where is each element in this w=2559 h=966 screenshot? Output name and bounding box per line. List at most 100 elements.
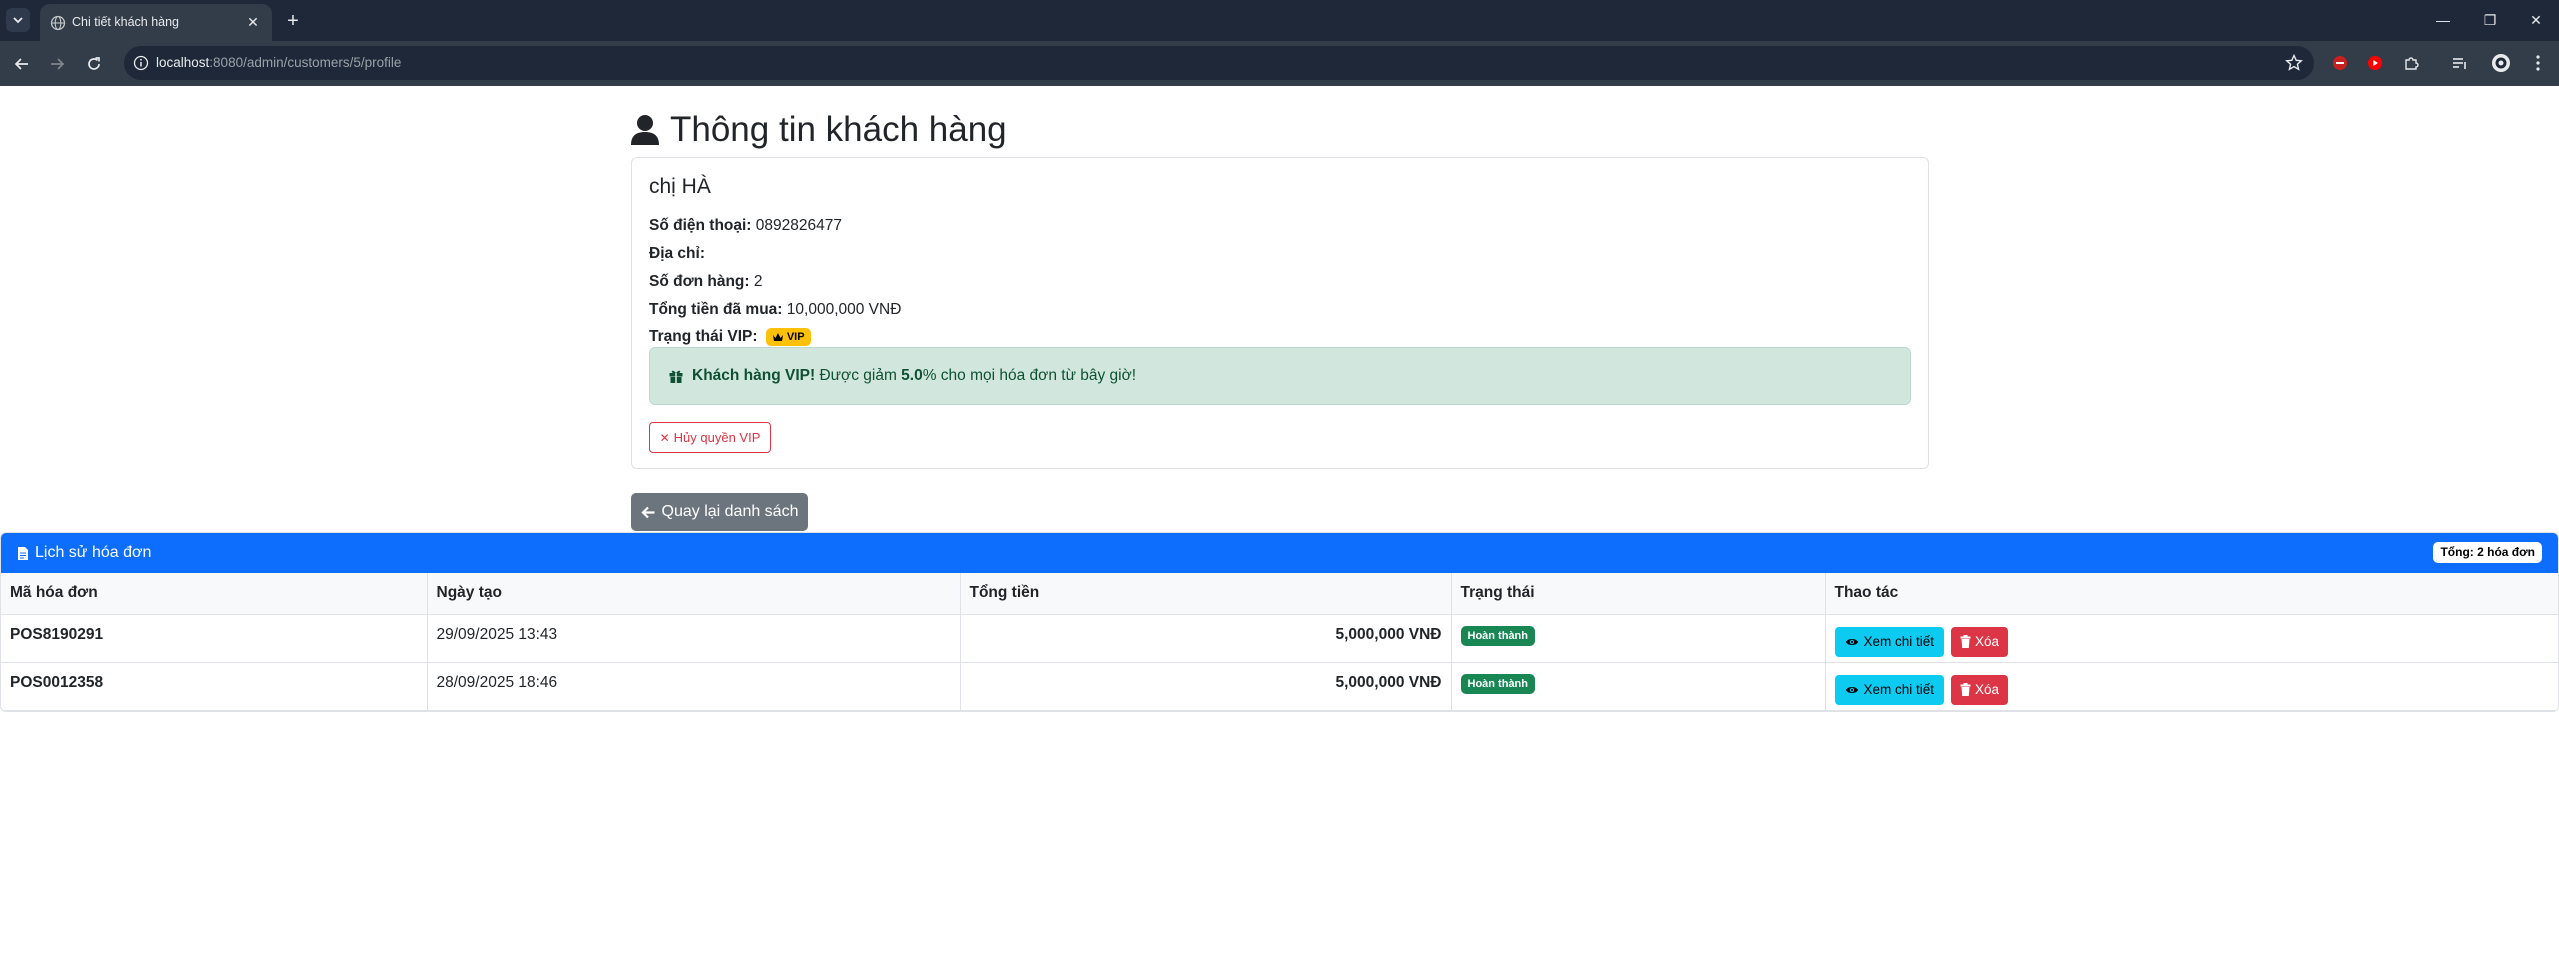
invoice-date: 28/09/2025 18:46	[427, 662, 961, 711]
total-label: Tổng tiền đã mua:	[649, 301, 783, 318]
arrow-left-icon	[14, 58, 28, 70]
tab-search-button[interactable]	[6, 8, 30, 32]
info-icon[interactable]	[133, 55, 149, 71]
media-queue-icon[interactable]	[2449, 52, 2471, 74]
invoice-actions: Xem chi tiết Xóa	[1825, 662, 2558, 711]
status-badge: Hoàn thành	[1460, 673, 1535, 694]
reload-icon	[88, 57, 100, 70]
back-to-list-button[interactable]: Quay lại danh sách	[631, 493, 808, 531]
invoice-date: 29/09/2025 13:43	[427, 614, 961, 663]
customer-name: chị HÀ	[649, 175, 711, 198]
phone-label: Số điện thoại:	[649, 217, 752, 234]
invoice-status-cell: Hoàn thành	[1451, 614, 1826, 663]
browser-toolbar: localhost:8080/admin/customers/5/profile	[0, 41, 2559, 86]
vip-alert-before: Được giảm	[815, 367, 902, 384]
view-detail-button[interactable]: Xem chi tiết	[1834, 674, 1945, 705]
arrow-right-icon	[51, 58, 65, 70]
arrow-left-icon	[640, 506, 654, 518]
total-value: 10,000,000 VNĐ	[786, 301, 902, 318]
invoice-actions: Xem chi tiết Xóa	[1825, 614, 2558, 663]
back-button[interactable]	[10, 52, 34, 76]
trash-icon	[1960, 635, 1971, 648]
minimize-icon[interactable]: —	[2431, 8, 2455, 32]
page-title-text: Thông tin khách hàng	[670, 110, 1007, 149]
customer-card: chị HÀ Số điện thoại: 0892826477 Địa chỉ…	[631, 157, 1929, 469]
status-badge: Hoàn thành	[1460, 625, 1535, 646]
vip-alert-message: Khách hàng VIP! Được giảm 5.0% cho mọi h…	[692, 367, 1136, 385]
extensions-puzzle-icon[interactable]	[2401, 52, 2423, 74]
orders-value: 2	[753, 273, 763, 290]
phone-value: 0892826477	[755, 217, 842, 234]
globe-icon	[50, 15, 66, 31]
invoice-code: POS8190291	[1, 614, 428, 663]
orders-row: Số đơn hàng: 2	[649, 273, 763, 291]
delete-label: Xóa	[1975, 682, 2000, 697]
user-icon	[631, 115, 659, 145]
invoice-status-cell: Hoàn thành	[1451, 662, 1826, 711]
tab-title: Chi tiết khách hàng	[72, 15, 180, 29]
star-icon[interactable]	[2284, 53, 2304, 73]
trash-icon	[1960, 683, 1971, 696]
vip-badge: VIP	[765, 328, 811, 346]
eye-icon	[1845, 638, 1858, 645]
table-row: POS8190291 29/09/2025 13:43 5,000,000 VN…	[1, 614, 2558, 663]
address-label: Địa chỉ:	[649, 245, 705, 262]
phone-row: Số điện thoại: 0892826477	[649, 217, 842, 235]
invoice-count-badge: Tổng: 2 hóa đơn	[2433, 542, 2542, 563]
column-header-actions: Thao tác	[1825, 573, 2558, 615]
chevron-down-icon	[13, 17, 23, 24]
view-detail-label: Xem chi tiết	[1863, 682, 1935, 697]
address-row: Địa chỉ:	[649, 245, 705, 263]
gift-icon	[669, 370, 683, 383]
browser-tab[interactable]: Chi tiết khách hàng ✕	[40, 4, 272, 41]
column-header-status: Trạng thái	[1451, 573, 1826, 615]
youtube-extension-icon[interactable]	[2364, 52, 2386, 74]
close-icon[interactable]: ✕	[244, 13, 262, 31]
view-detail-label: Xem chi tiết	[1863, 634, 1935, 649]
delete-button[interactable]: Xóa	[1951, 626, 2009, 657]
browser-menu-icon[interactable]	[2527, 52, 2549, 74]
profile-avatar-icon[interactable]	[2490, 52, 2512, 74]
column-header-total: Tổng tiền	[960, 573, 1452, 615]
invoice-table: Mã hóa đơn Ngày tạo Tổng tiền Trạng thái…	[1, 573, 2558, 711]
view-detail-button[interactable]: Xem chi tiết	[1834, 626, 1945, 657]
total-row: Tổng tiền đã mua: 10,000,000 VNĐ	[649, 301, 901, 319]
column-header-date: Ngày tạo	[427, 573, 961, 615]
url-text[interactable]: localhost:8080/admin/customers/5/profile	[156, 55, 401, 70]
vip-status-label: Trạng thái VIP:	[649, 328, 758, 346]
url-host: localhost	[156, 55, 210, 70]
revoke-vip-label: Hủy quyền VIP	[673, 430, 761, 445]
invoice-history-card: Lịch sử hóa đơn Tổng: 2 hóa đơn Mã hóa đ…	[0, 532, 2559, 712]
document-icon	[18, 546, 28, 560]
invoice-history-header: Lịch sử hóa đơn Tổng: 2 hóa đơn	[1, 533, 2558, 573]
orders-label: Số đơn hàng:	[649, 273, 750, 290]
extension-block-icon[interactable]	[2329, 52, 2351, 74]
vip-alert-after: % cho mọi hóa đơn từ bây giờ!	[922, 367, 1137, 384]
window-close-icon[interactable]: ✕	[2524, 8, 2548, 32]
forward-button[interactable]	[45, 52, 69, 76]
x-icon: ✕	[659, 430, 670, 445]
invoice-total: 5,000,000 VNĐ	[960, 662, 1452, 711]
restore-icon[interactable]: ❐	[2478, 8, 2502, 32]
vip-status-row: Trạng thái VIP: VIP	[649, 328, 811, 346]
browser-tabstrip: Chi tiết khách hàng ✕ + — ❐ ✕	[0, 0, 2559, 41]
invoice-table-header: Mã hóa đơn Ngày tạo Tổng tiền Trạng thái…	[1, 573, 2558, 615]
table-row: POS0012358 28/09/2025 18:46 5,000,000 VN…	[1, 662, 2558, 711]
back-to-list-label: Quay lại danh sách	[661, 503, 799, 520]
invoice-total: 5,000,000 VNĐ	[960, 614, 1452, 663]
reload-button[interactable]	[82, 52, 106, 76]
invoice-history-title-text: Lịch sử hóa đơn	[35, 544, 152, 561]
delete-label: Xóa	[1975, 634, 2000, 649]
column-header-code: Mã hóa đơn	[1, 573, 428, 615]
invoice-code: POS0012358	[1, 662, 428, 711]
vip-badge-text: VIP	[786, 331, 805, 343]
address-bar[interactable]: localhost:8080/admin/customers/5/profile	[124, 46, 2314, 80]
plus-icon[interactable]: +	[282, 10, 304, 32]
page-title: Thông tin khách hàng	[630, 110, 1007, 150]
delete-button[interactable]: Xóa	[1951, 674, 2009, 705]
vip-alert-strong: Khách hàng VIP!	[692, 367, 816, 384]
eye-icon	[1845, 686, 1858, 693]
url-path: :8080/admin/customers/5/profile	[209, 55, 402, 70]
revoke-vip-button[interactable]: ✕ Hủy quyền VIP	[649, 422, 771, 453]
vip-alert-discount: 5.0	[901, 367, 923, 384]
